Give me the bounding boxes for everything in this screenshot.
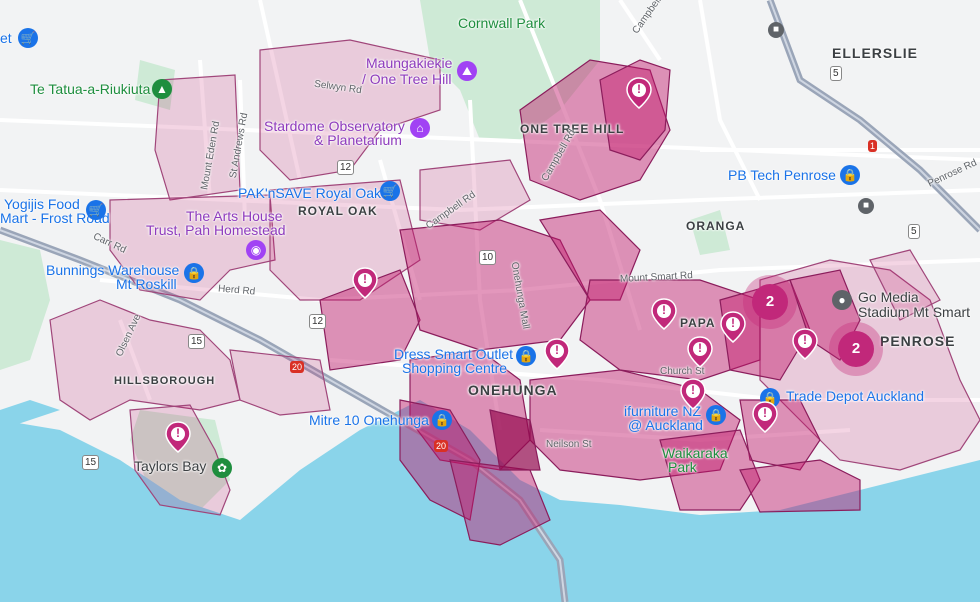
alert-marker[interactable]: ! (792, 328, 818, 360)
cluster-count: 2 (838, 331, 874, 367)
train-station-icon[interactable]: ■ (768, 22, 784, 38)
suburb-penrose: PENROSE (880, 333, 956, 349)
suburb-ellerslie: ELLERSLIE (832, 45, 919, 61)
shopping-bag-icon[interactable]: 🔒 (840, 165, 860, 185)
paknsave-label[interactable]: PAK'nSAVE Royal Oak (238, 185, 381, 201)
taylors-bay-label[interactable]: Taylors Bay (134, 458, 206, 474)
go-media-label-2[interactable]: Stadium Mt Smart (858, 304, 970, 320)
stardome-label-2[interactable]: & Planetarium (314, 132, 402, 148)
marker-cluster[interactable]: 2 (743, 275, 797, 329)
alert-marker[interactable]: ! (352, 267, 378, 299)
highway-shield-5-south: 5 (908, 224, 920, 239)
alert-marker-label: ! (731, 316, 735, 330)
highway-shield-12-south: 12 (309, 314, 327, 329)
alert-marker-label: ! (637, 82, 641, 96)
highway-shield-10: 10 (479, 250, 497, 265)
stadium-icon[interactable]: ● (832, 290, 852, 310)
cornwall-park-label[interactable]: Cornwall Park (458, 15, 545, 31)
highway-shield-1: 1 (868, 140, 878, 152)
waikaraka-label-2[interactable]: Park (668, 459, 697, 475)
alert-marker[interactable]: ! (687, 336, 713, 368)
landmark-icon[interactable]: ⛰ (457, 61, 477, 81)
alert-marker-label: ! (662, 303, 666, 317)
te-tatua-label[interactable]: Te Tatua-a-Riukiuta (30, 81, 150, 97)
suburb-oranga: ORANGA (686, 219, 746, 233)
road-neilson: Neilson St (546, 439, 592, 450)
arts-house-label-2[interactable]: Trust, Pah Homestead (146, 222, 286, 238)
marker-cluster[interactable]: 2 (829, 322, 883, 376)
alert-marker[interactable]: ! (544, 338, 570, 370)
shopping-bag-icon[interactable]: 🔒 (706, 405, 726, 425)
shopping-cart-icon[interactable]: 🛒 (380, 181, 400, 201)
alert-marker[interactable]: ! (165, 421, 191, 453)
cluster-count: 2 (752, 284, 788, 320)
suburb-papa: PAPA (680, 316, 716, 330)
highway-shield-5-east: 5 (830, 66, 842, 81)
mitre10-label[interactable]: Mitre 10 Onehunga (309, 412, 429, 428)
park-icon[interactable]: ✿ (212, 458, 232, 478)
top-left-partial-label[interactable]: et (0, 30, 12, 46)
alert-marker-label: ! (691, 383, 695, 397)
alert-marker-label: ! (555, 343, 559, 357)
alert-marker[interactable]: ! (651, 298, 677, 330)
alert-marker[interactable]: ! (752, 401, 778, 433)
highway-shield-15-north: 15 (188, 334, 206, 349)
ifurniture-label-2[interactable]: @ Auckland (628, 417, 703, 433)
bunnings-label-2[interactable]: Mt Roskill (116, 276, 177, 292)
alert-marker-label: ! (803, 333, 807, 347)
alert-marker-label: ! (763, 406, 767, 420)
alert-marker[interactable]: ! (680, 378, 706, 410)
map-view[interactable]: Cornwall Park Maungakiekie / One Tree Hi… (0, 0, 980, 602)
highway-shield-20-south: 20 (434, 440, 449, 452)
palette-icon[interactable]: ◉ (246, 240, 266, 260)
mountain-icon[interactable]: ▲ (152, 79, 172, 99)
highway-shield-20: 20 (290, 361, 305, 373)
suburb-hillsborough: HILLSBOROUGH (114, 375, 216, 387)
alert-marker-label: ! (363, 272, 367, 286)
highway-shield-12-north: 12 (337, 160, 355, 175)
shopping-cart-icon[interactable]: 🛒 (18, 28, 38, 48)
dress-smart-label-2[interactable]: Shopping Centre (402, 360, 507, 376)
pb-tech-label[interactable]: PB Tech Penrose (728, 167, 836, 183)
highway-shield-15-south: 15 (82, 455, 100, 470)
alert-marker-label: ! (176, 426, 180, 440)
shopping-bag-icon[interactable]: 🔒 (516, 346, 536, 366)
alert-marker[interactable]: ! (626, 77, 652, 109)
alert-marker[interactable]: ! (720, 311, 746, 343)
suburb-onehunga: ONEHUNGA (468, 382, 558, 398)
train-station-icon[interactable]: ■ (858, 198, 874, 214)
shopping-bag-icon[interactable]: 🔒 (184, 263, 204, 283)
alert-marker-label: ! (698, 341, 702, 355)
museum-icon[interactable]: ⌂ (410, 118, 430, 138)
maungakiekie-label[interactable]: Maungakiekie (366, 55, 452, 71)
suburb-royal-oak: ROYAL OAK (298, 204, 378, 218)
shopping-cart-icon[interactable]: 🛒 (86, 200, 106, 220)
shopping-bag-icon[interactable]: 🔒 (432, 410, 452, 430)
trade-depot-label[interactable]: Trade Depot Auckland (786, 388, 924, 404)
one-tree-hill-poi-label[interactable]: / One Tree Hill (362, 71, 451, 87)
